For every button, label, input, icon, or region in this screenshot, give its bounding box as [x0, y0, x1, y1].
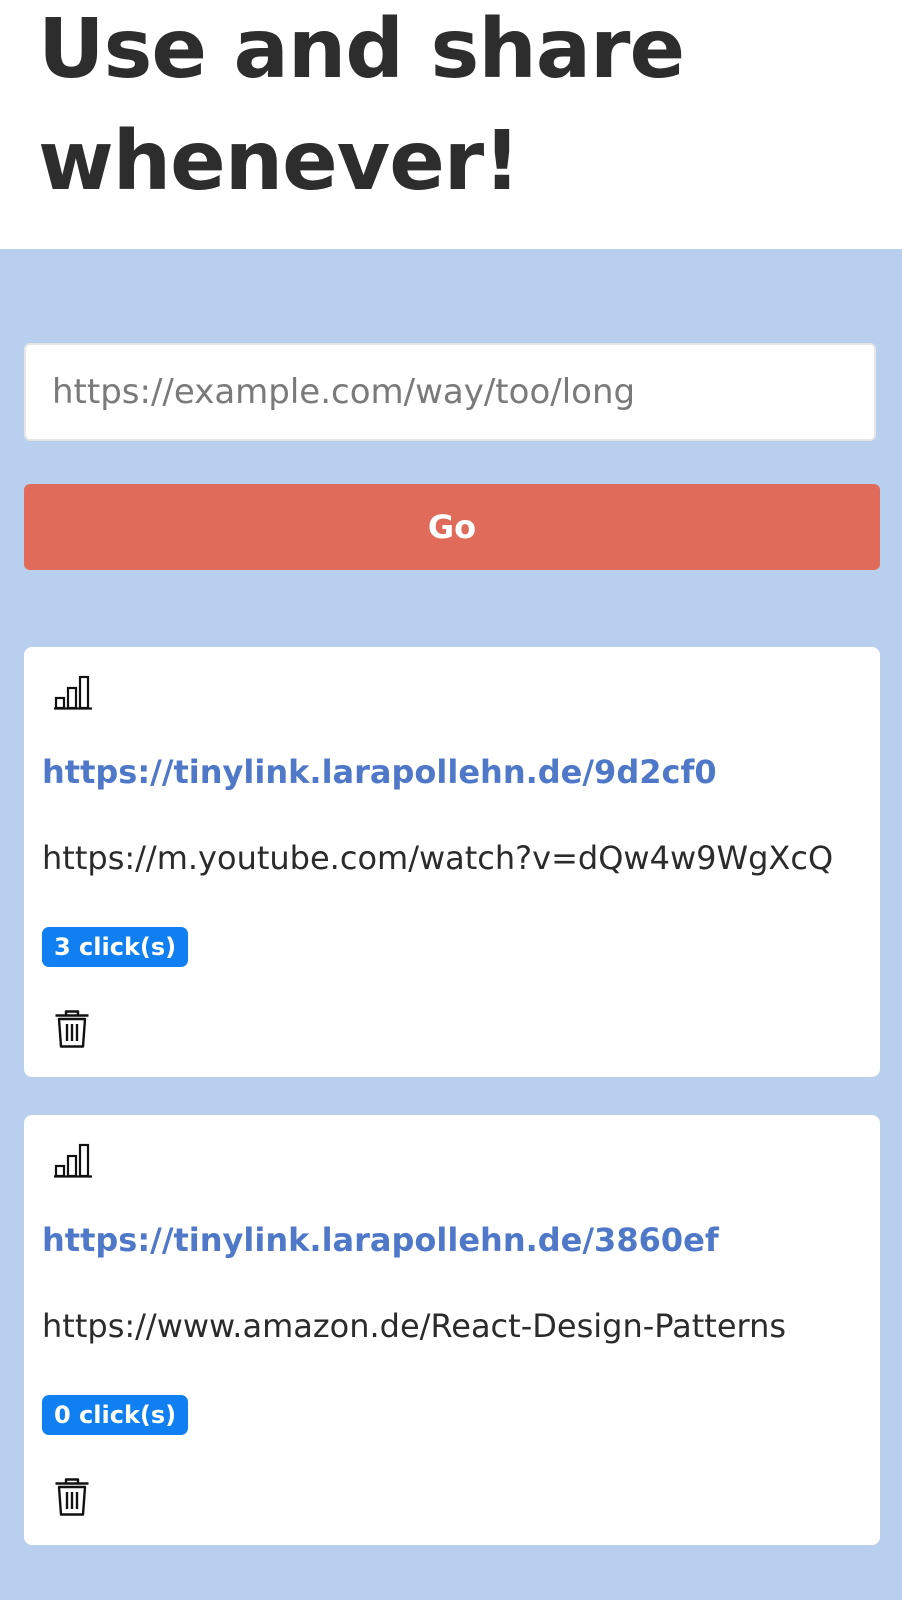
long-url-input[interactable]	[24, 343, 876, 441]
short-link[interactable]: https://tinylink.larapollehn.de/3860ef	[42, 1221, 719, 1259]
clicks-badge: 0 click(s)	[42, 1395, 189, 1435]
link-card: https://tinylink.larapollehn.de/3860ef h…	[24, 1115, 880, 1545]
original-url: https://m.youtube.com/watch?v=dQw4w9WgXc…	[42, 839, 834, 877]
hero-section: Use and share whenever!	[0, 0, 902, 249]
link-card: https://tinylink.larapollehn.de/9d2cf0 h…	[24, 647, 880, 1077]
trash-icon[interactable]	[54, 1009, 90, 1049]
go-button[interactable]: Go	[24, 484, 880, 570]
bar-chart-icon[interactable]	[54, 675, 94, 711]
original-url: https://www.amazon.de/React-Design-Patte…	[42, 1307, 787, 1345]
short-link[interactable]: https://tinylink.larapollehn.de/9d2cf0	[42, 753, 717, 791]
bar-chart-icon[interactable]	[54, 1143, 94, 1179]
trash-icon[interactable]	[54, 1477, 90, 1517]
clicks-badge: 3 click(s)	[42, 927, 189, 967]
main-section: Go https://tinylink.larapollehn.de/9d2cf…	[0, 249, 902, 1600]
page-title: Use and share whenever!	[38, 2, 685, 209]
